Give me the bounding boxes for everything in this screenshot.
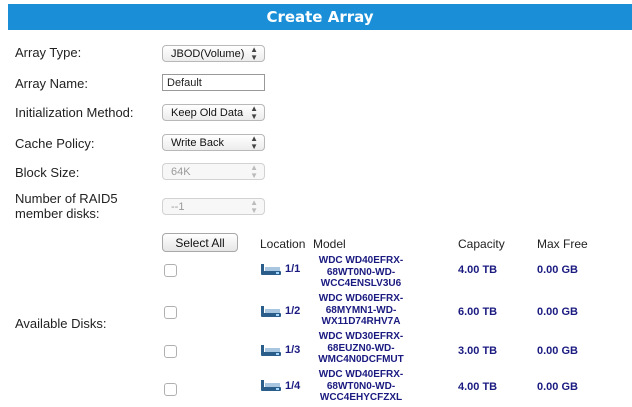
disk-location: 1/4 [285,380,301,392]
disk-location: 1/2 [285,305,301,317]
raid5-disks-label: Number of RAID5 member disks: [15,191,118,221]
init-method-select[interactable]: Keep Old Data ▲ ▼ [162,104,265,121]
array-name-label: Array Name: [15,76,88,91]
disk-max-free: 0.00 GB [537,345,578,357]
array-name-input[interactable]: Default [162,74,265,91]
hard-disk-icon [261,380,281,391]
raid5-disks-value: --1 [171,200,185,213]
init-method-value: Keep Old Data [171,106,244,119]
disk-max-free: 0.00 GB [537,306,578,318]
block-size-value: 64K [171,165,191,178]
disk-capacity: 6.00 TB [458,306,498,318]
block-size-label: Block Size: [15,165,80,180]
disk-checkbox[interactable] [164,264,177,277]
disk-location: 1/3 [285,344,301,356]
disk-capacity: 3.00 TB [458,345,498,357]
disk-model: WDC WD40EFRX- 68WT0N0-WD- WCC4ENSLV3U6 [318,255,404,289]
chevron-updown-icon: ▲ ▼ [250,44,258,62]
block-size-select[interactable]: 64K ▲ ▼ [162,163,265,180]
disk-model: WDC WD40EFRX- 68WT0N0-WD- WCC4EHYCFZXL [318,369,404,403]
cache-policy-select[interactable]: Write Back ▲ ▼ [162,134,265,151]
disk-max-free: 0.00 GB [537,381,578,393]
disk-checkbox[interactable] [164,383,177,396]
column-header-model: Model [313,237,346,251]
hard-disk-icon [261,345,281,356]
disk-max-free: 0.00 GB [537,264,578,276]
chevron-updown-icon: ▲ ▼ [250,162,258,180]
init-method-label: Initialization Method: [15,105,134,120]
chevron-updown-icon: ▲ ▼ [250,103,258,121]
available-disks-label: Available Disks: [15,316,107,331]
array-type-select[interactable]: JBOD(Volume) ▲ ▼ [162,45,265,62]
hard-disk-icon [261,306,281,317]
hard-disk-icon [261,264,281,275]
disk-checkbox[interactable] [164,306,177,319]
page-title: Create Array [8,4,632,30]
chevron-updown-icon: ▲ ▼ [250,133,258,151]
chevron-updown-icon: ▲ ▼ [250,197,258,215]
cache-policy-label: Cache Policy: [15,136,95,151]
disk-checkbox[interactable] [164,345,177,358]
disk-capacity: 4.00 TB [458,381,498,393]
column-header-capacity: Capacity [458,237,505,251]
raid5-disks-select[interactable]: --1 ▲ ▼ [162,198,265,215]
disk-model: WDC WD30EFRX- 68EUZN0-WD- WMC4N0DCFMUT [318,331,404,365]
column-header-location: Location [260,237,306,251]
disk-location: 1/1 [285,263,301,275]
disk-capacity: 4.00 TB [458,264,498,276]
cache-policy-value: Write Back [171,136,224,149]
array-type-value: JBOD(Volume) [171,47,245,60]
disk-model: WDC WD60EFRX- 68MYMN1-WD- WX11D74RHV7A [318,293,404,327]
column-header-max-free: Max Free [537,237,588,251]
select-all-button[interactable]: Select All [162,233,238,252]
array-type-label: Array Type: [15,45,82,60]
